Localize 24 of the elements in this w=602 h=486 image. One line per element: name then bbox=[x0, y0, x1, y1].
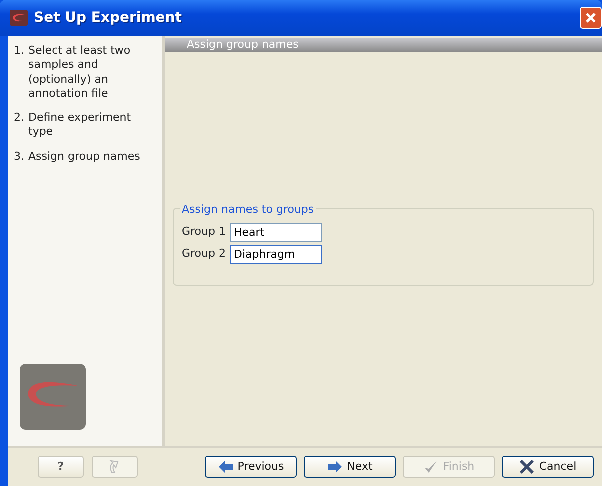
step-number: 3. bbox=[14, 150, 24, 164]
close-icon bbox=[585, 12, 597, 24]
cancel-button[interactable]: Cancel bbox=[502, 456, 594, 478]
step-number: 1. bbox=[14, 44, 24, 59]
field-label: Group 2 bbox=[182, 246, 226, 262]
group-title: Assign names to groups bbox=[180, 202, 316, 218]
help-button[interactable]: ? bbox=[38, 456, 84, 478]
step-label: Select at least two samples and (optionally) an annotation file bbox=[28, 44, 132, 102]
arrow-right-icon bbox=[327, 460, 344, 474]
next-button[interactable]: Next bbox=[304, 456, 396, 478]
input-field[interactable]: Heart bbox=[230, 223, 322, 242]
step-label: Define experiment type bbox=[28, 111, 132, 140]
close-button[interactable] bbox=[580, 7, 602, 29]
previous-button[interactable]: Previous bbox=[205, 456, 297, 478]
step-label: Assign group names bbox=[28, 150, 140, 164]
step-number: 2. bbox=[14, 111, 24, 126]
app-logo-icon bbox=[10, 10, 28, 26]
window-title: Set Up Experiment bbox=[34, 8, 182, 28]
arrow-left-icon bbox=[218, 460, 234, 474]
logo-icon bbox=[20, 364, 86, 430]
panel-header: Assign group names bbox=[165, 38, 602, 52]
field-label: Group 1 bbox=[182, 224, 226, 240]
cancel-icon bbox=[519, 460, 536, 474]
input-field[interactable]: Diaphragm bbox=[230, 245, 322, 264]
